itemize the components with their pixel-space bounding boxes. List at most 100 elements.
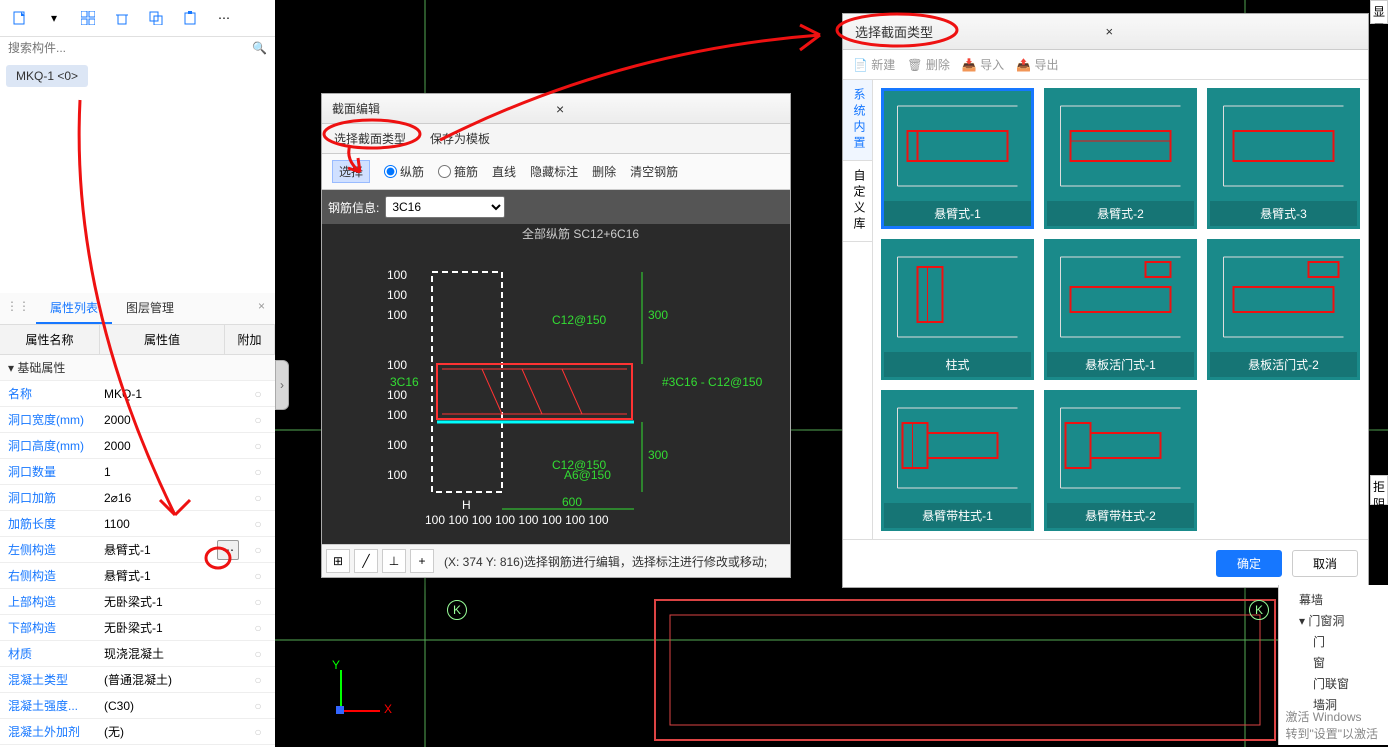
property-input[interactable]: [100, 617, 241, 639]
property-value[interactable]: [100, 643, 241, 665]
property-value[interactable]: [100, 383, 241, 405]
expand-handle[interactable]: ›: [275, 360, 289, 410]
property-input[interactable]: [100, 643, 241, 665]
section-type-card[interactable]: 悬臂式-3: [1207, 88, 1360, 229]
section-type-card[interactable]: 悬板活门式-1: [1044, 239, 1197, 380]
view-btn-4[interactable]: +: [410, 549, 434, 573]
right-tab-2[interactable]: 拒阴: [1370, 475, 1388, 505]
tree-item[interactable]: 窗: [1283, 652, 1384, 673]
property-input[interactable]: [100, 435, 241, 457]
tab-select-section-type[interactable]: 选择截面类型: [322, 124, 418, 153]
sidebar-custom[interactable]: 自定义库: [843, 161, 872, 242]
rebar-info-select[interactable]: 3C16: [385, 196, 505, 218]
property-input[interactable]: [100, 721, 241, 743]
property-extra[interactable]: ○: [241, 543, 275, 557]
property-input[interactable]: [100, 565, 241, 587]
sidebar-system[interactable]: 系统内置: [843, 80, 872, 161]
tree-item[interactable]: 幕墙: [1283, 589, 1384, 610]
view-btn-1[interactable]: ⊞: [326, 549, 350, 573]
property-extra[interactable]: ○: [241, 387, 275, 401]
cancel-button[interactable]: 取消: [1292, 550, 1358, 577]
search-icon[interactable]: 🔍: [252, 41, 267, 55]
property-input[interactable]: [100, 383, 241, 405]
view-btn-3[interactable]: ⊥: [382, 549, 406, 573]
tool-line[interactable]: 直线: [492, 163, 516, 180]
tab-layers[interactable]: 图层管理: [112, 293, 188, 324]
property-extra[interactable]: ○: [241, 413, 275, 427]
property-input[interactable]: [100, 409, 241, 431]
ellipsis-button[interactable]: ⋯: [217, 540, 239, 560]
property-extra[interactable]: ○: [241, 439, 275, 453]
property-extra[interactable]: ○: [241, 699, 275, 713]
new-button[interactable]: 📄 新建: [853, 56, 895, 73]
property-input[interactable]: [100, 669, 241, 691]
property-extra[interactable]: ○: [241, 647, 275, 661]
new-icon[interactable]: [4, 4, 36, 32]
tool-hide-dim[interactable]: 隐藏标注: [530, 163, 578, 180]
tool-longitudinal[interactable]: 纵筋: [384, 163, 424, 180]
drag-handle-icon[interactable]: ⋮⋮: [0, 293, 36, 324]
property-input[interactable]: [100, 695, 241, 717]
property-value[interactable]: [100, 591, 241, 613]
section-type-card[interactable]: 悬臂带柱式-1: [881, 390, 1034, 531]
property-value[interactable]: [100, 669, 241, 691]
property-group[interactable]: ▾ 基础属性: [0, 355, 275, 381]
section-type-card[interactable]: 悬臂式-2: [1044, 88, 1197, 229]
property-value[interactable]: [100, 695, 241, 717]
property-extra[interactable]: ○: [241, 465, 275, 479]
copy-icon[interactable]: [140, 4, 172, 32]
property-value[interactable]: [100, 617, 241, 639]
section-type-card[interactable]: 悬臂带柱式-2: [1044, 390, 1197, 531]
property-extra[interactable]: ○: [241, 621, 275, 635]
property-extra[interactable]: ○: [241, 491, 275, 505]
section-canvas[interactable]: 全部纵筋 SC12+6C16 300 300 600 C12@150 C12@1…: [322, 224, 790, 544]
property-extra[interactable]: ○: [241, 595, 275, 609]
close-icon[interactable]: ×: [556, 101, 780, 117]
tool-delete[interactable]: 删除: [592, 163, 616, 180]
property-value[interactable]: [100, 461, 241, 483]
tool-hoop[interactable]: 箍筋: [438, 163, 478, 180]
more-icon[interactable]: ⋯: [208, 4, 240, 32]
delete-button[interactable]: 🗑 删除: [907, 56, 950, 73]
property-extra[interactable]: ○: [241, 725, 275, 739]
property-value[interactable]: [100, 513, 241, 535]
property-extra[interactable]: ○: [241, 517, 275, 531]
property-value[interactable]: [100, 721, 241, 743]
component-chip[interactable]: MKQ-1 <0>: [6, 65, 88, 87]
tab-save-template[interactable]: 保存为模板: [418, 124, 502, 153]
property-input[interactable]: [100, 591, 241, 613]
property-value[interactable]: [100, 487, 241, 509]
dropdown-icon[interactable]: ▾: [38, 4, 70, 32]
property-value[interactable]: [100, 565, 241, 587]
import-button[interactable]: 📥 导入: [962, 56, 1004, 73]
view-btn-2[interactable]: ╱: [354, 549, 378, 573]
section-type-card[interactable]: 悬臂式-1: [881, 88, 1034, 229]
section-type-card[interactable]: 柱式: [881, 239, 1034, 380]
property-extra[interactable]: ○: [241, 673, 275, 687]
property-row: 洞口数量○: [0, 459, 275, 485]
right-tab-display[interactable]: 显示: [1370, 0, 1388, 24]
tree-item[interactable]: ▾ 门窗洞: [1283, 610, 1384, 631]
search-input[interactable]: [8, 41, 252, 55]
property-value[interactable]: [100, 435, 241, 457]
delete-icon[interactable]: [106, 4, 138, 32]
tool-select[interactable]: 选择: [332, 160, 370, 183]
tree-item[interactable]: 门: [1283, 631, 1384, 652]
close-icon[interactable]: ×: [1106, 24, 1357, 39]
ok-button[interactable]: 确定: [1216, 550, 1282, 577]
tool-clear[interactable]: 清空钢筋: [630, 163, 678, 180]
section-type-card[interactable]: 悬板活门式-2: [1207, 239, 1360, 380]
property-extra[interactable]: ○: [241, 569, 275, 583]
paste-icon[interactable]: [174, 4, 206, 32]
property-input[interactable]: [100, 487, 241, 509]
property-input[interactable]: [100, 461, 241, 483]
tree-item[interactable]: 门联窗: [1283, 673, 1384, 694]
property-value[interactable]: ⋯: [100, 539, 241, 561]
property-input[interactable]: [100, 513, 241, 535]
close-icon[interactable]: ×: [248, 293, 275, 324]
property-input[interactable]: [100, 539, 217, 561]
tab-properties[interactable]: 属性列表: [36, 293, 112, 324]
property-value[interactable]: [100, 409, 241, 431]
grid-icon[interactable]: [72, 4, 104, 32]
export-button[interactable]: 📤 导出: [1016, 56, 1058, 73]
